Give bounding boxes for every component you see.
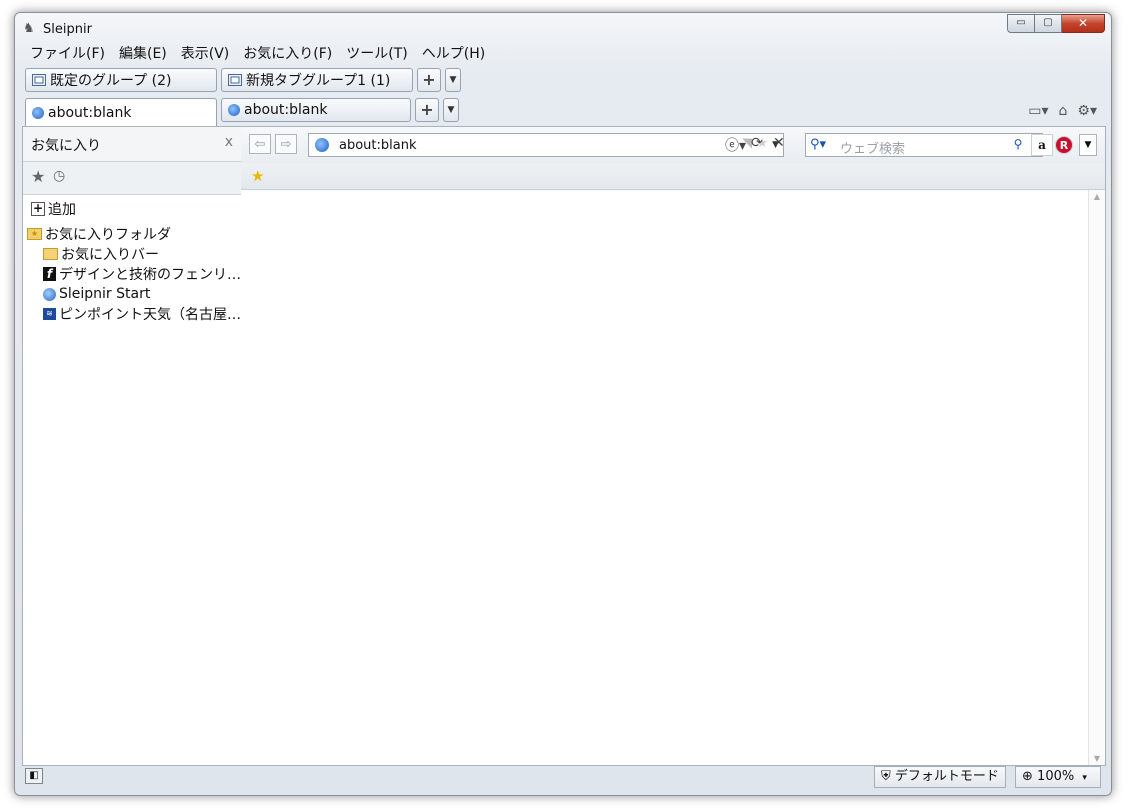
tab-label: about:blank [48,104,132,121]
add-icon: + [31,201,45,216]
menu-view[interactable]: 表示(V) [174,43,237,65]
new-tab-button[interactable]: + [415,98,439,122]
search-go-icon[interactable]: ⚲ [1007,134,1029,156]
tab-group-label: 新規タブグループ1 (1) [246,73,391,89]
tree-item-label: Sleipnir Start [59,286,151,302]
add-group-button[interactable]: + [417,68,441,92]
sidebar-tabs: ★ ◷ [23,162,241,195]
favorites-tree: + 追加 ★ お気に入りフォルダ お気に入りバー f デザインと技術のフェンリ…… [23,195,241,324]
menu-edit[interactable]: 編集(E) [112,43,174,65]
status-bar: ◧ ⛨ デフォルトモード ⊕ 100% ▾ [22,765,1104,789]
zoom-dropdown-icon[interactable]: ▾ [1082,773,1087,783]
tab-list-dropdown[interactable]: ▼ [443,98,459,122]
page-viewport[interactable] [241,190,1089,765]
tree-item-label: お気に入りフォルダ [45,227,171,243]
tree-item-favorites-bar[interactable]: お気に入りバー [23,244,241,264]
tab-group-bar: 既定のグループ (2) 新規タブグループ1 (1) + ▼ [25,68,461,94]
favorites-bar: ★ [241,163,1105,190]
history-clock-icon[interactable]: ◷ [53,168,65,184]
rakuten-search-icon[interactable]: R [1055,136,1073,154]
maximize-button[interactable]: ▢ [1035,14,1062,33]
menu-help[interactable]: ヘルプ(H) [415,43,492,65]
search-input[interactable]: ウェブ検索 [840,138,905,157]
menu-file[interactable]: ファイル(F) [23,43,112,65]
close-button[interactable]: ✕ [1062,14,1105,33]
scroll-down-arrow-icon[interactable]: ▼ [1089,754,1105,763]
zoom-control[interactable]: ⊕ 100% ▾ [1015,766,1101,788]
favorites-star-icon[interactable]: ★ [31,167,45,186]
back-button[interactable]: ⇦ [249,134,271,154]
favorites-folder-icon: ★ [27,228,42,240]
favorites-sidebar: お気に入り x ★ ◷ + 追加 ★ お気に入りフォルダ お気に入りバー f デ… [22,126,242,766]
sidebar-header: お気に入り x [23,127,241,162]
tree-item-sleipnir-start[interactable]: Sleipnir Start [23,284,241,304]
folder-icon [43,248,58,260]
reload-icon[interactable]: ⟳ [751,135,763,151]
zoom-value: 100% [1037,769,1075,784]
scroll-up-arrow-icon[interactable]: ▲ [1089,192,1105,201]
sidebar-close-button[interactable]: x [225,134,233,150]
address-bar[interactable]: about:blank ◥ ★ ▼ [308,133,784,157]
search-menu-dropdown[interactable]: ▼ [1079,134,1097,156]
tab-group-icon [228,74,242,86]
mode-indicator[interactable]: ⛨ デフォルトモード [874,766,1006,788]
navigation-bar: ⇦ ⇨ about:blank ◥ ★ ▼ ⓔ▾ ⟳ ✕ ⚲▾ ウェブ検索 ⚲ … [241,127,1105,163]
gear-icon[interactable]: ⚙▾ [1077,103,1097,119]
add-to-favorites-icon[interactable]: ★ [251,167,264,185]
title-bar: ♞ Sleipnir ▭ ▢ ✕ [15,13,1111,43]
add-favorite-button[interactable]: + 追加 [23,199,241,219]
window-title: Sleipnir [43,22,92,37]
fenrir-logo-icon: f [43,267,56,281]
ie-page-icon [32,106,44,119]
tree-item-label: デザインと技術のフェンリ… [59,267,241,283]
vertical-scrollbar[interactable]: ▲ ▼ [1088,190,1105,765]
tree-item-favorites-folder[interactable]: ★ お気に入りフォルダ [23,224,241,244]
tab-group-label: 既定のグループ (2) [50,73,172,89]
top-right-tools: ▭▾ ⌂ ⚙▾ [1028,103,1097,119]
content-area: ⇦ ⇨ about:blank ◥ ★ ▼ ⓔ▾ ⟳ ✕ ⚲▾ ウェブ検索 ⚲ … [241,126,1106,766]
amazon-search-icon[interactable]: a [1031,134,1053,156]
tab-group-new1[interactable]: 新規タブグループ1 (1) [221,68,413,92]
globe-icon [43,287,56,301]
address-url: about:blank [339,138,417,153]
window-list-icon[interactable]: ▭▾ [1028,103,1048,119]
search-engine-selector-icon[interactable]: ⚲▾ [810,137,826,152]
weather-site-icon: ≋ [43,308,56,320]
mode-label: デフォルトモード [894,769,999,784]
tab-group-icon [32,74,46,86]
minimize-button[interactable]: ▭ [1007,14,1035,33]
forward-button[interactable]: ⇨ [275,134,297,154]
tab-bar: about:blank about:blank + ▼ [25,98,459,126]
tree-item-fenrir[interactable]: f デザインと技術のフェンリ… [23,264,241,284]
ie-page-icon [228,104,240,116]
group-list-dropdown[interactable]: ▼ [445,68,461,92]
menu-tools[interactable]: ツール(T) [339,43,414,65]
ie-page-icon [315,138,329,152]
menu-bar: ファイル(F) 編集(E) 表示(V) お気に入り(F) ツール(T) ヘルプ(… [23,43,492,65]
tab-label: about:blank [244,102,328,118]
add-label: 追加 [48,202,76,218]
compatibility-icon[interactable]: ⓔ▾ [725,135,746,155]
sleipnir-logo-icon: ♞ [23,21,35,36]
sidebar-toggle-button[interactable]: ◧ [25,768,43,784]
stop-icon[interactable]: ✕ [773,135,785,151]
tree-item-pinpoint-weather[interactable]: ≋ ピンポイント天気（名古屋… [23,304,241,324]
browser-window: ♞ Sleipnir ▭ ▢ ✕ ファイル(F) 編集(E) 表示(V) お気に… [14,12,1112,796]
home-icon[interactable]: ⌂ [1059,103,1068,119]
tab-about-blank-1[interactable]: about:blank [25,98,217,126]
tree-item-label: お気に入りバー [61,247,159,263]
shield-icon: ⛨ [881,769,891,784]
tab-about-blank-2[interactable]: about:blank [221,98,411,122]
menu-favorites[interactable]: お気に入り(F) [236,43,339,65]
zoom-icon: ⊕ [1022,769,1033,784]
window-controls: ▭ ▢ ✕ [1007,14,1105,33]
tree-item-label: ピンポイント天気（名古屋… [59,307,241,323]
tab-group-default[interactable]: 既定のグループ (2) [25,68,217,92]
sidebar-title: お気に入り [31,138,101,154]
